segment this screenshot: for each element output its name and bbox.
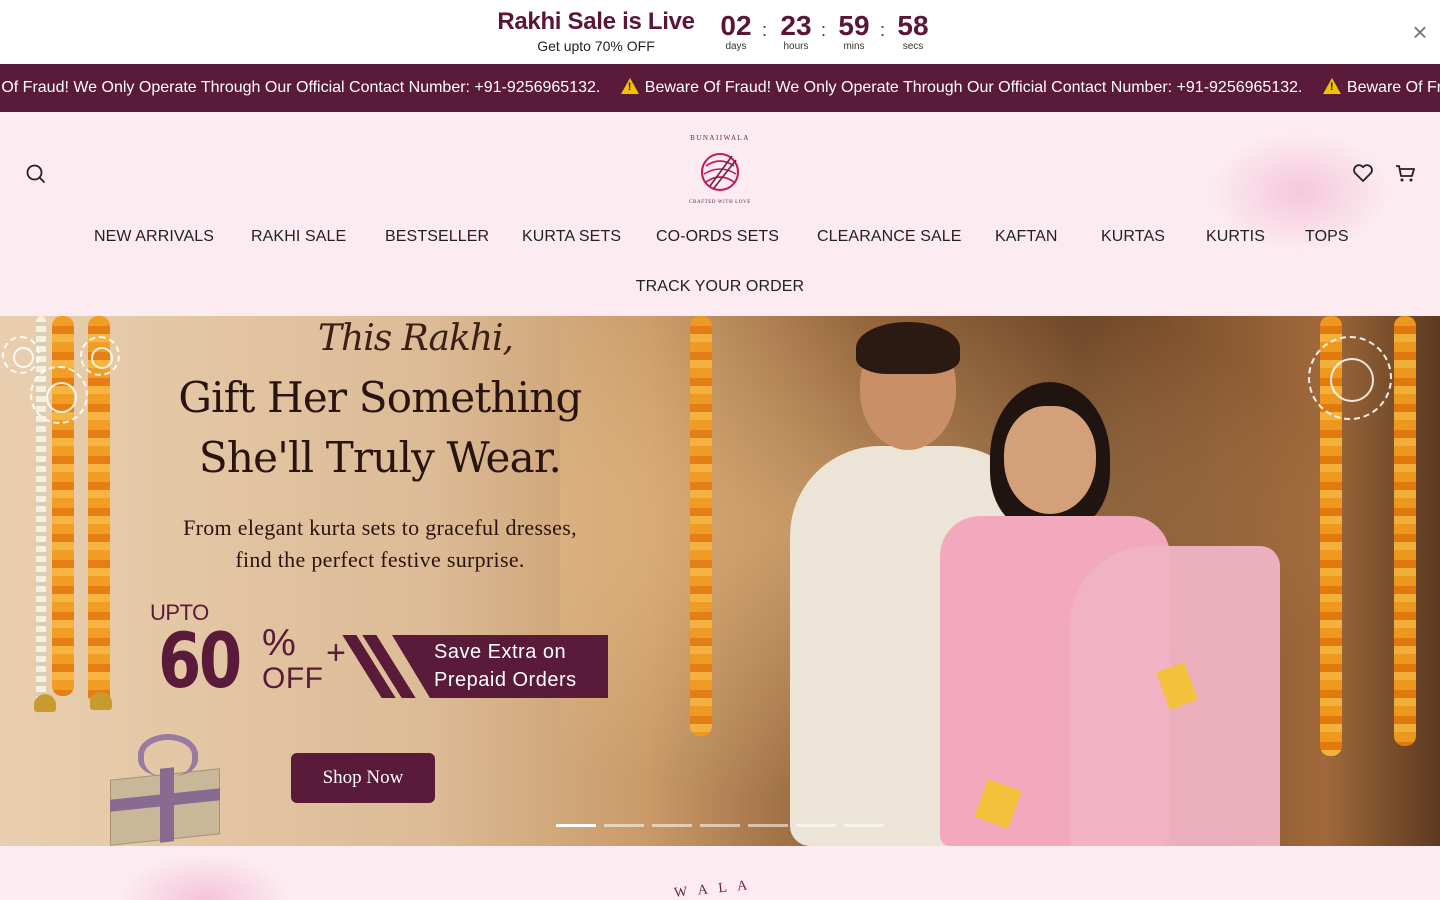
- marigold-garland: [1394, 316, 1416, 746]
- nav-kaftan[interactable]: KAFTAN: [995, 222, 1058, 252]
- nav-kurta-sets[interactable]: KURTA SETS: [522, 222, 621, 252]
- countdown-hours: 23 hours: [772, 10, 820, 52]
- shop-now-button[interactable]: Shop Now: [291, 753, 435, 803]
- warning-icon: [1322, 78, 1341, 94]
- slider-dot[interactable]: [604, 824, 644, 827]
- nav-bestseller[interactable]: BESTSELLER: [385, 222, 489, 252]
- hero-subline-line: From elegant kurta sets to graceful dres…: [183, 515, 577, 540]
- decorative-blob: [120, 854, 290, 900]
- mandala-decoration: [80, 336, 120, 376]
- nav-co-ords-sets[interactable]: CO-ORDS SETS: [656, 222, 779, 252]
- slider-dot[interactable]: [556, 824, 596, 827]
- bell-decoration: [34, 694, 56, 712]
- hero-subline: From elegant kurta sets to graceful dres…: [120, 512, 640, 576]
- marquee-item: Beware Of Fraud! We Only Operate Through…: [620, 64, 1303, 112]
- marquee-item: Beware Of Fra: [1322, 64, 1440, 112]
- marquee-message: Beware Of Fra: [1346, 79, 1440, 96]
- nav-clearance-sale[interactable]: CLEARANCE SALE: [817, 222, 962, 252]
- logo-text: BUNAIIWALA: [690, 134, 750, 142]
- hero-script-line: This Rakhi,: [318, 318, 514, 359]
- countdown-days: 02 days: [712, 10, 760, 52]
- marigold-garland: [690, 316, 712, 736]
- offer-off: OFF: [262, 662, 324, 695]
- heart-icon[interactable]: [1350, 160, 1376, 186]
- offer-percent: %: [262, 622, 296, 664]
- nav-track-your-order[interactable]: TRACK YOUR ORDER: [636, 272, 804, 302]
- nav-tops[interactable]: TOPS: [1305, 222, 1349, 252]
- gift-box-illustration: [80, 734, 230, 846]
- offer-discount-number: 60: [158, 616, 242, 705]
- mandala-decoration: [1308, 336, 1392, 420]
- nav-rakhi-sale[interactable]: RAKHI SALE: [251, 222, 346, 252]
- hero-banner: This Rakhi, Gift Her Something She'll Tr…: [0, 316, 1440, 846]
- site-header: BUNAIIWALA CRAFTED WITH LOVE NEW ARRIVAL…: [0, 112, 1440, 316]
- offer-save-line: Prepaid Orders: [434, 669, 577, 691]
- countdown-secs-value: 58: [897, 10, 929, 41]
- countdown-hours-label: hours: [783, 41, 809, 52]
- hero-headline-line: Gift Her Something: [178, 373, 582, 422]
- slider-dot[interactable]: [652, 824, 692, 827]
- sale-subtitle: Get upto 70% OFF: [537, 38, 655, 54]
- marquee-message: e Of Fraud! We Only Operate Through Our …: [0, 79, 601, 96]
- countdown-mins-value: 59: [838, 10, 870, 41]
- secondary-navigation: TRACK YOUR ORDER: [0, 272, 1440, 302]
- offer-plus: +: [326, 634, 346, 672]
- mandala-decoration: [30, 366, 88, 424]
- female-model-face: [1004, 406, 1096, 514]
- countdown-secs: 58 secs: [889, 10, 937, 52]
- countdown-mins-label: mins: [843, 41, 865, 52]
- countdown-days-value: 02: [720, 10, 752, 41]
- nav-kurtis[interactable]: KURTIS: [1206, 222, 1265, 252]
- female-model-photo: [900, 316, 1280, 846]
- hero-headline: Gift Her Something She'll Truly Wear.: [140, 368, 620, 488]
- gift-bow: [138, 734, 198, 776]
- site-logo[interactable]: BUNAIIWALA CRAFTED WITH LOVE: [684, 134, 756, 208]
- cart-icon[interactable]: [1392, 160, 1418, 186]
- offer-save-line: Save Extra on: [434, 641, 567, 663]
- countdown-separator: :: [880, 20, 886, 40]
- marquee-message: Beware Of Fraud! We Only Operate Through…: [644, 79, 1303, 96]
- mandala-decoration: [2, 336, 40, 374]
- countdown-days-label: days: [725, 41, 747, 52]
- marquee-track: e Of Fraud! We Only Operate Through Our …: [0, 64, 1440, 112]
- countdown-secs-label: secs: [902, 41, 924, 52]
- slider-dot[interactable]: [796, 824, 836, 827]
- section-logo-partial: W A L A: [673, 877, 752, 900]
- hero-subline-line: find the perfect festive surprise.: [235, 547, 525, 572]
- sale-text-block: Rakhi Sale is Live Get upto 70% OFF: [490, 8, 702, 55]
- countdown-separator: :: [762, 20, 768, 40]
- search-icon[interactable]: [22, 160, 50, 188]
- nav-new-arrivals[interactable]: NEW ARRIVALS: [94, 222, 214, 252]
- countdown-separator: :: [821, 20, 827, 40]
- bell-decoration: [90, 692, 112, 710]
- countdown-mins: 59 mins: [830, 10, 878, 52]
- sale-title: Rakhi Sale is Live: [497, 8, 695, 35]
- offer-save-text: Save Extra on Prepaid Orders: [434, 638, 614, 694]
- slider-dot[interactable]: [700, 824, 740, 827]
- main-navigation: NEW ARRIVALS RAKHI SALE BESTSELLER KURTA…: [0, 222, 1440, 252]
- hero-offer: UPTO 60 % OFF + Save Extra on Prepaid Or…: [150, 598, 620, 708]
- sale-announcement-bar: Rakhi Sale is Live Get upto 70% OFF 02 d…: [0, 0, 1440, 64]
- slider-dot[interactable]: [748, 824, 788, 827]
- close-icon[interactable]: ×: [1406, 18, 1434, 46]
- countdown-hours-value: 23: [780, 10, 812, 41]
- warning-icon: [620, 78, 639, 94]
- logo-tagline: CRAFTED WITH LOVE: [689, 200, 751, 205]
- next-section: W A L A: [0, 846, 1440, 900]
- slider-dot[interactable]: [844, 824, 884, 827]
- fraud-warning-marquee: e Of Fraud! We Only Operate Through Our …: [0, 64, 1440, 112]
- nav-kurtas[interactable]: KURTAS: [1101, 222, 1165, 252]
- gift-ribbon: [160, 767, 174, 843]
- hero-headline-line: She'll Truly Wear.: [198, 433, 562, 482]
